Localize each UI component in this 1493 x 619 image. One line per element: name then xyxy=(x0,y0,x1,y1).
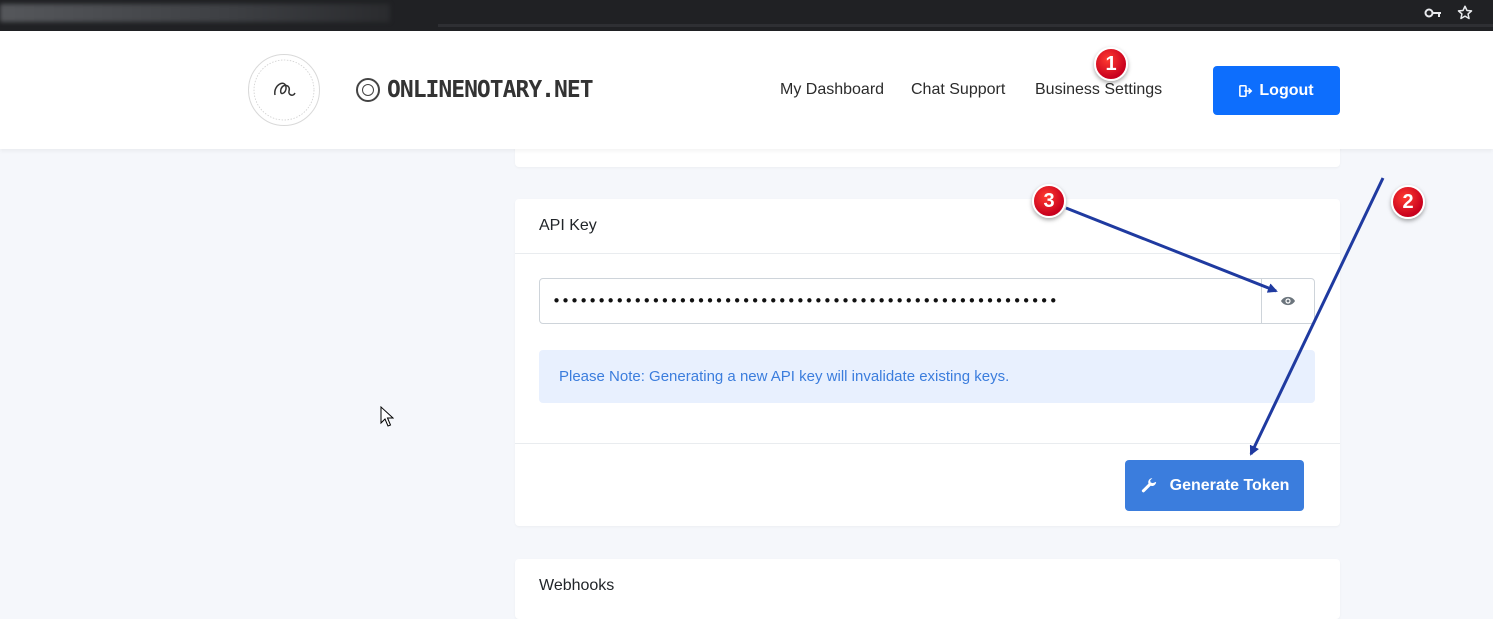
key-icon[interactable] xyxy=(1424,4,1442,26)
card-footer-divider xyxy=(515,443,1340,444)
api-key-warning-note: Please Note: Generating a new API key wi… xyxy=(539,350,1315,403)
nav-chat-support[interactable]: Chat Support xyxy=(911,80,1005,100)
annotation-badge-1: 1 xyxy=(1094,47,1128,81)
mouse-cursor-icon xyxy=(380,406,394,427)
webhooks-card: Webhooks xyxy=(515,559,1340,619)
note-text: Please Note: Generating a new API key wi… xyxy=(559,368,1010,385)
generate-token-label: Generate Token xyxy=(1169,476,1290,494)
brand-name: ONLINENOTARY.NET xyxy=(387,77,594,103)
annotation-badge-3: 3 xyxy=(1032,184,1066,218)
logout-label: Logout xyxy=(1259,81,1314,99)
card-header-divider xyxy=(515,253,1340,254)
api-key-field[interactable] xyxy=(540,279,1262,323)
wrench-icon xyxy=(1141,477,1156,492)
browser-divider xyxy=(438,24,1493,27)
api-key-input-group xyxy=(539,278,1315,324)
annotation-badge-2: 2 xyxy=(1391,185,1425,219)
seal-ring-icon xyxy=(253,59,315,121)
nav-my-dashboard[interactable]: My Dashboard xyxy=(780,80,884,100)
address-bar-blurred[interactable] xyxy=(0,4,390,22)
webhooks-title: Webhooks xyxy=(539,577,615,594)
company-logo[interactable] xyxy=(248,54,320,126)
eye-icon xyxy=(1281,296,1295,306)
star-icon[interactable] xyxy=(1456,4,1474,26)
notary-seal-icon xyxy=(356,78,380,102)
browser-toolbar xyxy=(0,0,1493,31)
generate-token-button[interactable]: Generate Token xyxy=(1125,460,1304,511)
logout-button[interactable]: Logout xyxy=(1213,66,1340,115)
toggle-visibility-button[interactable] xyxy=(1261,279,1314,323)
sign-out-icon xyxy=(1239,84,1253,97)
nav-business-settings[interactable]: Business Settings xyxy=(1035,80,1162,100)
api-key-card: API Key Please Note: Generating a new AP… xyxy=(515,199,1340,526)
brand-logo[interactable]: ONLINENOTARY.NET xyxy=(356,76,594,104)
api-key-title: API Key xyxy=(539,217,597,234)
site-header: ONLINENOTARY.NET My Dashboard Chat Suppo… xyxy=(0,31,1493,149)
